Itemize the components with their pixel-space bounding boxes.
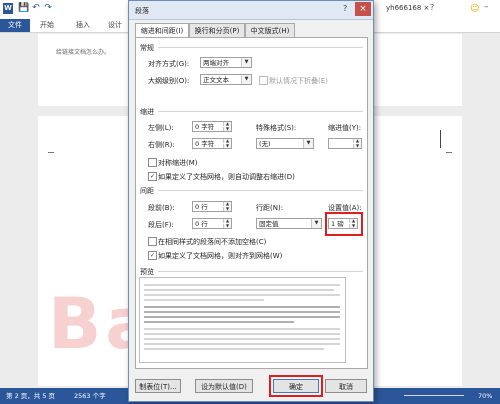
special-format-select[interactable]: (无) ▼ <box>256 138 314 149</box>
word-count[interactable]: 2563 个字 <box>74 388 106 404</box>
collapse-checkbox[interactable] <box>259 76 268 85</box>
section-preview: 预览 <box>140 268 154 276</box>
auto-adjust-checkbox[interactable]: ✓ <box>148 172 157 181</box>
left-indent-label: 左侧(L): <box>148 124 174 132</box>
dialog-title: 段落 <box>135 7 149 15</box>
text-cursor <box>440 130 441 148</box>
snap-grid-checkbox[interactable]: ✓ <box>148 251 157 260</box>
redo-icon[interactable]: ↷ <box>43 3 53 13</box>
document-text: 给链接文档怎么办。 <box>56 49 111 56</box>
space-before-label: 段前(B): <box>148 204 175 212</box>
tabs-button[interactable]: 制表位(T)... <box>135 379 181 393</box>
divider <box>158 47 363 48</box>
divider <box>158 190 363 191</box>
snap-grid-label: 如果定义了文档网格，则对齐到网格(W) <box>158 252 283 260</box>
divider <box>158 111 363 112</box>
mirror-indents-checkbox[interactable] <box>148 158 157 167</box>
spin-down-icon[interactable]: ▼ <box>223 224 231 228</box>
space-before-input[interactable]: 0 行 ▲ ▼ <box>192 201 232 212</box>
tab-line-page-breaks[interactable]: 换行和分页(P) <box>189 23 245 38</box>
special-format-label: 特殊格式(S): <box>256 124 297 132</box>
divider <box>158 271 363 272</box>
space-after-label: 段后(F): <box>148 221 174 229</box>
tab-insert[interactable]: 插入 <box>76 20 90 31</box>
tab-asian-typography[interactable]: 中文版式(H) <box>245 23 295 38</box>
section-indent: 缩进 <box>140 108 154 116</box>
smiley-icon[interactable]: ☺ <box>470 4 479 14</box>
chevron-down-icon: ▼ <box>241 58 251 67</box>
left-indent-input[interactable]: 0 字符 ▲ ▼ <box>192 121 232 132</box>
undo-icon[interactable]: ↶ <box>31 3 41 13</box>
mirror-indents-label: 对称缩进(M) <box>158 159 198 167</box>
chevron-down-icon: ▼ <box>303 139 313 148</box>
collapse-label: 默认情况下折叠(E) <box>269 77 328 85</box>
page-indicator[interactable]: 第 2 页，共 5 页 <box>6 388 55 404</box>
tab-design[interactable]: 设计 <box>108 20 122 31</box>
page-marker <box>446 152 452 153</box>
ok-button[interactable]: 确定 <box>273 379 319 393</box>
outline-level-label: 大纲级别(O): <box>148 77 190 85</box>
tab-home[interactable]: 开始 <box>40 20 54 31</box>
outline-level-select[interactable]: 正文文本 ▼ <box>200 74 252 85</box>
section-spacing: 间距 <box>140 187 154 195</box>
alignment-label: 对齐方式(G): <box>148 60 190 68</box>
signed-in-user[interactable]: yh666168 × <box>386 4 429 12</box>
at-value-input[interactable]: 1 磅 ▲ ▼ <box>328 218 358 229</box>
chevron-down-icon: ▼ <box>311 219 321 228</box>
indent-by-input[interactable]: ▲ ▼ <box>328 138 362 149</box>
paragraph-dialog: 段落 ? × 缩进和间距(I) 换行和分页(P) 中文版式(H) 常规 对齐方式… <box>128 0 374 402</box>
no-space-checkbox[interactable] <box>148 237 157 246</box>
line-spacing-label: 行距(N): <box>256 204 284 212</box>
no-space-label: 在相同样式的段落间不添加空格(C) <box>158 238 267 246</box>
tab-file[interactable]: 文件 <box>0 19 30 32</box>
cancel-button[interactable]: 取消 <box>325 379 367 393</box>
right-indent-input[interactable]: 0 字符 ▲ ▼ <box>192 138 232 149</box>
spin-down-icon[interactable]: ▼ <box>349 224 357 228</box>
word-app-icon: W <box>3 3 13 14</box>
spin-down-icon[interactable]: ▼ <box>223 127 231 131</box>
dialog-title-bar[interactable]: 段落 ? × <box>129 1 373 20</box>
spin-down-icon[interactable]: ▼ <box>353 144 361 148</box>
spin-down-icon[interactable]: ▼ <box>223 207 231 211</box>
zoom-level[interactable]: 70% <box>478 388 492 404</box>
set-default-button[interactable]: 设为默认值(D) <box>195 379 253 393</box>
alignment-select[interactable]: 两端对齐 ▼ <box>200 57 252 68</box>
line-spacing-select[interactable]: 固定值 ▼ <box>256 218 322 229</box>
auto-adjust-label: 如果定义了文档网格，则自动调整右缩进(D) <box>158 173 295 181</box>
space-after-input[interactable]: 0 行 ▲ ▼ <box>192 218 232 229</box>
minimize-icon[interactable]: – <box>484 2 489 12</box>
indent-by-label: 缩进值(Y): <box>328 124 362 132</box>
paragraph-preview <box>139 277 346 363</box>
close-icon[interactable]: × <box>355 2 371 16</box>
save-icon[interactable]: 💾 <box>18 3 29 13</box>
chevron-down-icon: ▼ <box>241 75 251 84</box>
spin-down-icon[interactable]: ▼ <box>223 144 231 148</box>
right-indent-label: 右侧(R): <box>148 141 175 149</box>
help-icon[interactable]: ? <box>343 4 347 13</box>
zoom-slider[interactable] <box>404 395 464 396</box>
page-marker <box>48 152 54 153</box>
help-icon[interactable]: ? <box>430 3 434 12</box>
section-general: 常规 <box>140 44 154 52</box>
